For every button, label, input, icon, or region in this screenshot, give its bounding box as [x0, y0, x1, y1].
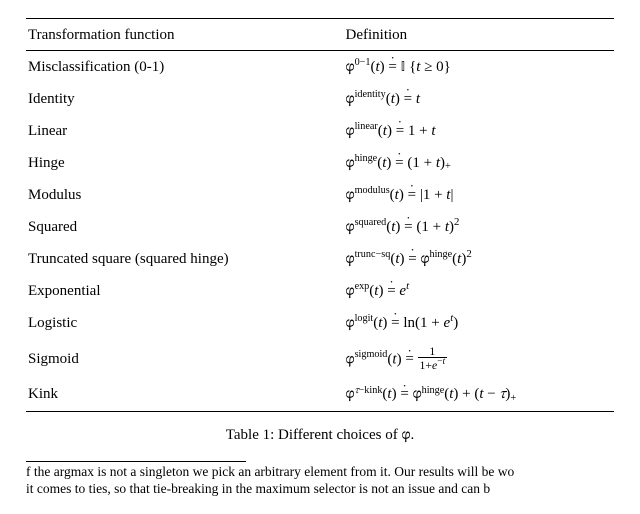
header-col2: Definition — [344, 19, 614, 51]
footnote-rule — [26, 461, 246, 462]
footnote-line: f the argmax is not a singleton we pick … — [26, 464, 614, 481]
row-name: Modulus — [26, 179, 344, 211]
row-name: Logistic — [26, 307, 344, 339]
table-row: Misclassification (0-1) φ0−1(t) = 𝕀 {t ≥… — [26, 51, 614, 84]
row-def: φ0−1(t) = 𝕀 {t ≥ 0} — [344, 51, 614, 84]
row-def: φsquared(t) = (1 + t)2 — [344, 211, 614, 243]
table-row: Squared φsquared(t) = (1 + t)2 — [26, 211, 614, 243]
table-row: Modulus φmodulus(t) = |1 + t| — [26, 179, 614, 211]
row-name: Hinge — [26, 147, 344, 179]
table-row: Hinge φhinge(t) = (1 + t)+ — [26, 147, 614, 179]
table-row: Kink φτ−kink(t) = φhinge(t) + (t − τ)+ — [26, 379, 614, 412]
transformation-table: Transformation function Definition Miscl… — [26, 18, 614, 412]
row-def: φexp(t) = et — [344, 275, 614, 307]
row-name: Truncated square (squared hinge) — [26, 243, 344, 275]
row-def: φsigmoid(t) = 11+e−t — [344, 339, 614, 379]
row-name: Identity — [26, 83, 344, 115]
table-row: Linear φlinear(t) = 1 + t — [26, 115, 614, 147]
row-name: Kink — [26, 379, 344, 412]
row-name: Exponential — [26, 275, 344, 307]
row-def: φmodulus(t) = |1 + t| — [344, 179, 614, 211]
table-row: Identity φidentity(t) = t — [26, 83, 614, 115]
row-name: Misclassification (0-1) — [26, 51, 344, 84]
footnote-line: it comes to ties, so that tie-breaking i… — [26, 481, 614, 498]
row-def: φlinear(t) = 1 + t — [344, 115, 614, 147]
row-def: φτ−kink(t) = φhinge(t) + (t − τ)+ — [344, 379, 614, 412]
row-def: φtrunc−sq(t) = φhinge(t)2 — [344, 243, 614, 275]
table-row: Exponential φexp(t) = et — [26, 275, 614, 307]
row-name: Sigmoid — [26, 339, 344, 379]
table-row: Sigmoid φsigmoid(t) = 11+e−t — [26, 339, 614, 379]
row-def: φhinge(t) = (1 + t)+ — [344, 147, 614, 179]
row-name: Squared — [26, 211, 344, 243]
row-name: Linear — [26, 115, 344, 147]
row-def: φidentity(t) = t — [344, 83, 614, 115]
table-caption: Table 1: Different choices of φ. — [26, 412, 614, 461]
header-col1: Transformation function — [26, 19, 344, 51]
table-row: Logistic φlogit(t) = ln(1 + et) — [26, 307, 614, 339]
table-row: Truncated square (squared hinge) φtrunc−… — [26, 243, 614, 275]
row-def: φlogit(t) = ln(1 + et) — [344, 307, 614, 339]
